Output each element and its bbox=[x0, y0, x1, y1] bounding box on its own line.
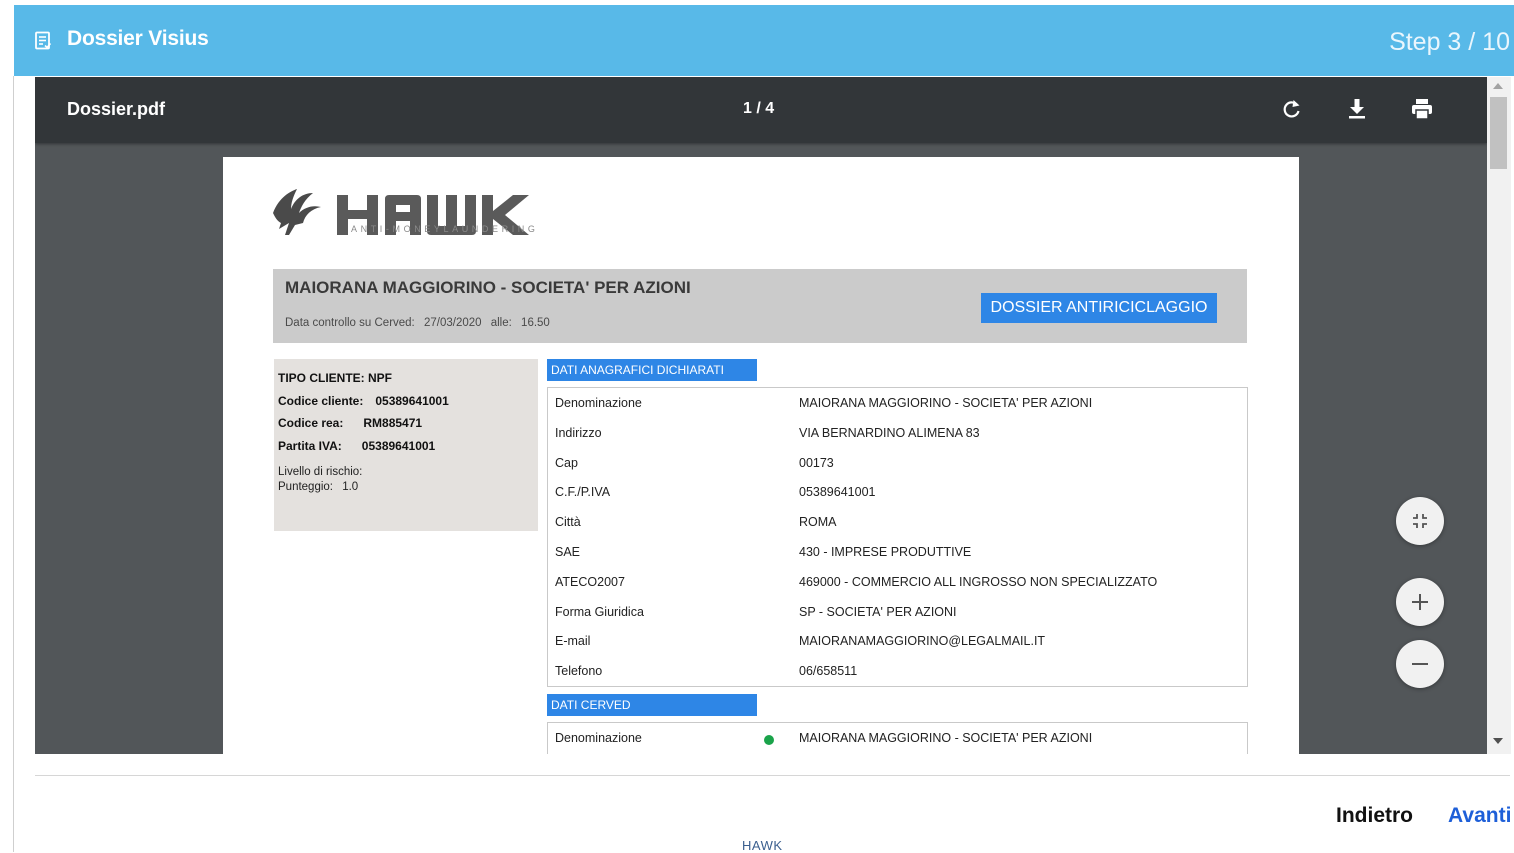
status-dot-icon bbox=[764, 735, 774, 745]
next-button[interactable]: Avanti bbox=[1448, 804, 1511, 828]
anagrafici-row-label: SAE bbox=[555, 545, 581, 559]
scroll-down-arrow-icon[interactable] bbox=[1493, 738, 1503, 744]
table-row: ATECO2007 469000 - COMMERCIO ALL INGROSSO… bbox=[548, 567, 1248, 597]
zoom-in-icon bbox=[1412, 594, 1428, 610]
anagrafici-row-label: C.F./P.IVA bbox=[555, 485, 611, 500]
logo-tagline: ANTI-MONEYLAUNDERING bbox=[351, 224, 539, 234]
table-row: Denominazione MAIORANA MAGGIORINO - SOCIE… bbox=[548, 723, 1248, 753]
anagrafici-row-label: Indirizzo bbox=[555, 425, 602, 440]
anagrafici-row-value: MAIORANA MAGGIORINO - SOCIETA' PER AZION… bbox=[799, 396, 1093, 410]
print-icon bbox=[1412, 99, 1432, 120]
client-vat-value: 05389641001 bbox=[361, 438, 436, 453]
anagrafici-row-label: Forma Giuridica bbox=[555, 604, 644, 619]
table-row: Telefono 06/658511 bbox=[548, 656, 1248, 686]
back-button[interactable]: Indietro bbox=[1336, 804, 1413, 828]
zoom-in-button[interactable] bbox=[1396, 578, 1444, 626]
table-row: Città ROMA bbox=[548, 507, 1248, 537]
download-button[interactable] bbox=[1344, 96, 1370, 122]
company-name: MAIORANA MAGGIORINO - SOCIETA' PER AZION… bbox=[285, 278, 691, 297]
anagrafici-row-label: ATECO2007 bbox=[555, 574, 625, 589]
table-row: Cap 00173 bbox=[548, 448, 1248, 478]
section-title-anagrafici: DATI ANAGRAFICI DICHIARATI bbox=[547, 359, 757, 381]
fit-page-button[interactable] bbox=[1396, 497, 1444, 545]
pdf-page: ANTI-MONEYLAUNDERING MAIORANA MAGGIORINO… bbox=[223, 157, 1299, 754]
anagrafici-table: Denominazione MAIORANA MAGGIORINO - SOCIE… bbox=[547, 387, 1248, 687]
score-label: Punteggio: bbox=[278, 481, 333, 493]
scroll-up-arrow-icon[interactable] bbox=[1493, 83, 1503, 89]
anagrafici-row-value: 430 - IMPRESE PRODUTTIVE bbox=[799, 545, 972, 559]
left-border bbox=[13, 76, 14, 852]
download-icon bbox=[1349, 99, 1365, 119]
anagrafici-row-value: 06/658511 bbox=[799, 664, 858, 679]
dossier-badge: DOSSIER ANTIRICICLAGGIO bbox=[981, 293, 1217, 323]
client-rea: Codice rea: RM885471 bbox=[278, 416, 538, 439]
check-date-line: Data controllo su Cerved: 27/03/2020 all… bbox=[285, 317, 556, 329]
footer-brand: HAWK bbox=[742, 838, 783, 853]
table-row: E-mail MAIORANAMAGGIORINO@LEGALMAIL.IT bbox=[548, 626, 1248, 656]
footer-divider bbox=[35, 775, 1510, 776]
client-rea-label: Codice rea: bbox=[278, 416, 344, 430]
anagrafici-row-label: Telefono bbox=[555, 664, 603, 679]
table-row: SAE 430 - IMPRESE PRODUTTIVE bbox=[548, 537, 1248, 567]
vertical-scrollbar[interactable] bbox=[1487, 77, 1511, 754]
table-row: Denominazione MAIORANA MAGGIORINO - SOCIE… bbox=[548, 388, 1248, 418]
anagrafici-row-value: 00173 bbox=[799, 455, 834, 470]
client-vat-label: Partita IVA: bbox=[278, 438, 342, 453]
print-button[interactable] bbox=[1409, 96, 1435, 122]
scrollbar-thumb[interactable] bbox=[1490, 97, 1507, 169]
score-value: 1.0 bbox=[342, 481, 359, 493]
table-row: C.F./P.IVA 05389641001 bbox=[548, 477, 1248, 507]
client-summary: TIPO CLIENTE: NPF Codice cliente: 0538964… bbox=[274, 359, 538, 531]
anagrafici-row-label: Cap bbox=[555, 455, 578, 470]
risk-block: Livello di rischio: Punteggio: 1.0 bbox=[278, 465, 538, 495]
anagrafici-row-value: SP - SOCIETA' PER AZIONI bbox=[799, 604, 957, 619]
zoom-out-button[interactable] bbox=[1396, 640, 1444, 688]
section-title-cerved: DATI CERVED bbox=[547, 694, 757, 716]
zoom-out-icon bbox=[1412, 663, 1428, 665]
table-row: Indirizzo VIA BERNARDINO ALIMENA 83 bbox=[548, 418, 1248, 448]
client-vat: Partita IVA: 05389641001 bbox=[278, 439, 538, 462]
fit-page-icon bbox=[1413, 514, 1427, 528]
header-bar: Dossier Visius Step 3 / 10 bbox=[14, 5, 1514, 76]
table-row: Forma Giuridica SP - SOCIETA' PER AZIONI bbox=[548, 597, 1248, 627]
rotate-icon bbox=[1283, 100, 1300, 118]
anagrafici-row-value: VIA BERNARDINO ALIMENA 83 bbox=[799, 425, 980, 440]
rotate-button[interactable] bbox=[1279, 96, 1305, 122]
document-list-icon bbox=[35, 31, 52, 50]
anagrafici-row-label: E-mail bbox=[555, 634, 591, 649]
check-label: Data controllo su Cerved: bbox=[285, 317, 415, 329]
cerved-table: Denominazione MAIORANA MAGGIORINO - SOCIE… bbox=[547, 722, 1248, 754]
client-code-label: Codice cliente: bbox=[278, 393, 364, 408]
anagrafici-row-label: Denominazione bbox=[555, 396, 642, 410]
cerved-row-label: Denominazione bbox=[555, 731, 642, 745]
cerved-row-value: MAIORANA MAGGIORINO - SOCIETA' PER AZION… bbox=[799, 731, 1093, 745]
client-rea-value: RM885471 bbox=[363, 416, 423, 430]
company-banner: MAIORANA MAGGIORINO - SOCIETA' PER AZION… bbox=[273, 269, 1247, 343]
pdf-page-counter: 1 / 4 bbox=[743, 100, 775, 117]
anagrafici-row-value: 469000 - COMMERCIO ALL INGROSSO NON SPEC… bbox=[799, 574, 1158, 589]
client-type: TIPO CLIENTE: NPF bbox=[278, 371, 392, 385]
check-date: 27/03/2020 bbox=[423, 317, 482, 329]
client-code-value: 05389641001 bbox=[375, 393, 449, 408]
check-at-label: alle: bbox=[490, 317, 512, 329]
page-title: Dossier Visius bbox=[67, 27, 209, 50]
app-window: Dossier Visius Step 3 / 10 Dossier.pdf 1… bbox=[0, 0, 1514, 853]
score-line: Punteggio: 1.0 bbox=[278, 480, 538, 495]
pdf-file-name: Dossier.pdf bbox=[67, 99, 166, 119]
pdf-toolbar: Dossier.pdf 1 / 4 bbox=[35, 77, 1487, 143]
check-time: 16.50 bbox=[521, 317, 550, 329]
anagrafici-row-value: ROMA bbox=[799, 515, 837, 530]
pdf-viewer[interactable]: Dossier.pdf 1 / 4 ANTI-MONEYLAUNDERING M… bbox=[35, 77, 1487, 754]
client-code: Codice cliente: 05389641001 bbox=[278, 394, 538, 417]
step-indicator: Step 3 / 10 bbox=[1389, 28, 1510, 56]
risk-label: Livello di rischio: bbox=[278, 466, 363, 478]
anagrafici-row-value: MAIORANAMAGGIORINO@LEGALMAIL.IT bbox=[799, 634, 1046, 649]
anagrafici-row-label: Città bbox=[555, 515, 581, 530]
anagrafici-row-value: 05389641001 bbox=[799, 485, 876, 500]
